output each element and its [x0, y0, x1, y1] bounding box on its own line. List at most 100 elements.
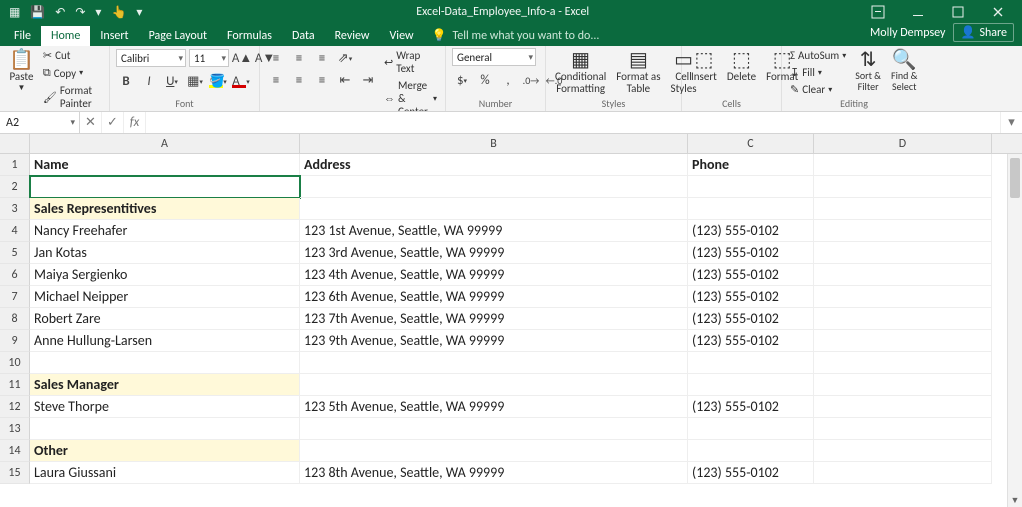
cell-B6[interactable]: 123 4th Avenue, Seattle, WA 99999 — [300, 264, 688, 286]
border-button[interactable]: ▦▾ — [185, 71, 205, 91]
cell-A4[interactable]: Nancy Freehafer — [30, 220, 300, 242]
cell-B8[interactable]: 123 7th Avenue, Seattle, WA 99999 — [300, 308, 688, 330]
indent-increase-icon[interactable]: ⇥ — [358, 70, 378, 90]
cut-button[interactable]: ✂Cut — [41, 48, 103, 63]
row-header[interactable]: 14 — [0, 440, 30, 462]
align-bottom-icon[interactable]: ≡ — [312, 48, 332, 68]
tell-me-box[interactable]: 💡 Tell me what you want to do... — [428, 25, 604, 46]
row-header[interactable]: 6 — [0, 264, 30, 286]
cell-A2[interactable] — [30, 176, 300, 198]
cell-C13[interactable] — [688, 418, 814, 440]
number-format-selector[interactable]: General — [452, 48, 536, 66]
bold-button[interactable]: B — [116, 71, 136, 91]
row-header[interactable]: 4 — [0, 220, 30, 242]
cell-B7[interactable]: 123 6th Avenue, Seattle, WA 99999 — [300, 286, 688, 308]
vertical-scrollbar[interactable]: ▲ ▼ — [1007, 154, 1022, 507]
format-as-table-button[interactable]: ▤Format as Table — [613, 48, 663, 96]
align-center-icon[interactable]: ≡ — [289, 70, 309, 90]
cell-B9[interactable]: 123 9th Avenue, Seattle, WA 99999 — [300, 330, 688, 352]
qat-redo-icon[interactable]: ↷ — [72, 5, 88, 20]
italic-button[interactable]: I — [139, 71, 159, 91]
row-header[interactable]: 8 — [0, 308, 30, 330]
cell-B4[interactable]: 123 1st Avenue, Seattle, WA 99999 — [300, 220, 688, 242]
tab-data[interactable]: Data — [282, 26, 325, 46]
orientation-icon[interactable]: ⇗▾ — [335, 48, 355, 68]
scroll-thumb[interactable] — [1010, 158, 1020, 198]
align-middle-icon[interactable]: ≡ — [289, 48, 309, 68]
font-size-selector[interactable]: 11 — [189, 49, 229, 67]
select-all-corner[interactable] — [0, 134, 30, 153]
align-right-icon[interactable]: ≡ — [312, 70, 332, 90]
cell-A13[interactable] — [30, 418, 300, 440]
cell-D11[interactable] — [814, 374, 992, 396]
cell-A1[interactable]: Name — [30, 154, 300, 176]
close-button[interactable] — [980, 0, 1016, 24]
paste-button[interactable]: 📋 Paste ▼ — [6, 48, 37, 94]
increase-font-icon[interactable]: A▲ — [232, 48, 252, 68]
row-header[interactable]: 13 — [0, 418, 30, 440]
cell-C11[interactable] — [688, 374, 814, 396]
sort-filter-button[interactable]: ⇅Sort & Filter — [852, 48, 884, 94]
delete-cells-button[interactable]: ⬚Delete — [724, 48, 759, 85]
cell-C15[interactable]: (123) 555-0102 — [688, 462, 814, 484]
cell-C3[interactable] — [688, 198, 814, 220]
cell-D15[interactable] — [814, 462, 992, 484]
cell-C5[interactable]: (123) 555-0102 — [688, 242, 814, 264]
qat-undo-icon[interactable]: ↶ — [52, 5, 68, 20]
cell-D12[interactable] — [814, 396, 992, 418]
tab-formulas[interactable]: Formulas — [217, 26, 282, 46]
tab-view[interactable]: View — [380, 26, 424, 46]
formula-input[interactable] — [146, 112, 1000, 133]
cell-D8[interactable] — [814, 308, 992, 330]
ribbon-options-icon[interactable] — [860, 0, 896, 24]
cell-B14[interactable] — [300, 440, 688, 462]
cell-D5[interactable] — [814, 242, 992, 264]
tab-insert[interactable]: Insert — [90, 26, 138, 46]
cell-C7[interactable]: (123) 555-0102 — [688, 286, 814, 308]
row-header[interactable]: 2 — [0, 176, 30, 198]
cell-A5[interactable]: Jan Kotas — [30, 242, 300, 264]
cell-A7[interactable]: Michael Neipper — [30, 286, 300, 308]
tab-file[interactable]: File — [4, 26, 41, 46]
percent-button[interactable]: % — [475, 70, 495, 90]
cell-A8[interactable]: Robert Zare — [30, 308, 300, 330]
cell-B11[interactable] — [300, 374, 688, 396]
cell-B13[interactable] — [300, 418, 688, 440]
tab-page-layout[interactable]: Page Layout — [139, 26, 217, 46]
cell-A14[interactable]: Other — [30, 440, 300, 462]
cell-A11[interactable]: Sales Manager — [30, 374, 300, 396]
qat-more-icon[interactable]: ▾ — [92, 5, 104, 20]
underline-button[interactable]: U ▾ — [162, 71, 182, 91]
cell-C10[interactable] — [688, 352, 814, 374]
row-header[interactable]: 5 — [0, 242, 30, 264]
increase-decimal-button[interactable]: .0→ — [521, 70, 541, 90]
cell-D2[interactable] — [814, 176, 992, 198]
clear-button[interactable]: ✎Clear ▾ — [788, 82, 848, 97]
row-header[interactable]: 11 — [0, 374, 30, 396]
cell-B15[interactable]: 123 8th Avenue, Seattle, WA 99999 — [300, 462, 688, 484]
cell-B1[interactable]: Address — [300, 154, 688, 176]
cell-B12[interactable]: 123 5th Avenue, Seattle, WA 99999 — [300, 396, 688, 418]
cell-D1[interactable] — [814, 154, 992, 176]
cell-C8[interactable]: (123) 555-0102 — [688, 308, 814, 330]
comma-button[interactable]: , — [498, 70, 518, 90]
copy-button[interactable]: ⧉Copy ▾ — [41, 65, 103, 81]
qat-customize-icon[interactable]: ▾ — [133, 5, 145, 20]
fill-color-button[interactable]: 🪣▾ — [208, 71, 228, 91]
cell-C6[interactable]: (123) 555-0102 — [688, 264, 814, 286]
wrap-text-button[interactable]: ↩Wrap Text — [382, 48, 439, 76]
tab-review[interactable]: Review — [325, 26, 380, 46]
cell-D10[interactable] — [814, 352, 992, 374]
cell-D13[interactable] — [814, 418, 992, 440]
row-header[interactable]: 12 — [0, 396, 30, 418]
autosum-button[interactable]: ΣAutoSum ▾ — [788, 48, 848, 63]
cell-A6[interactable]: Maiya Sergienko — [30, 264, 300, 286]
cell-A12[interactable]: Steve Thorpe — [30, 396, 300, 418]
align-left-icon[interactable]: ≡ — [266, 70, 286, 90]
fx-enter-icon[interactable]: ✓ — [102, 112, 124, 133]
column-header-A[interactable]: A — [30, 134, 300, 153]
cell-C2[interactable] — [688, 176, 814, 198]
merge-center-button[interactable]: ⇔Merge & Center ▾ — [382, 78, 439, 112]
maximize-button[interactable] — [940, 0, 976, 24]
row-header[interactable]: 15 — [0, 462, 30, 484]
